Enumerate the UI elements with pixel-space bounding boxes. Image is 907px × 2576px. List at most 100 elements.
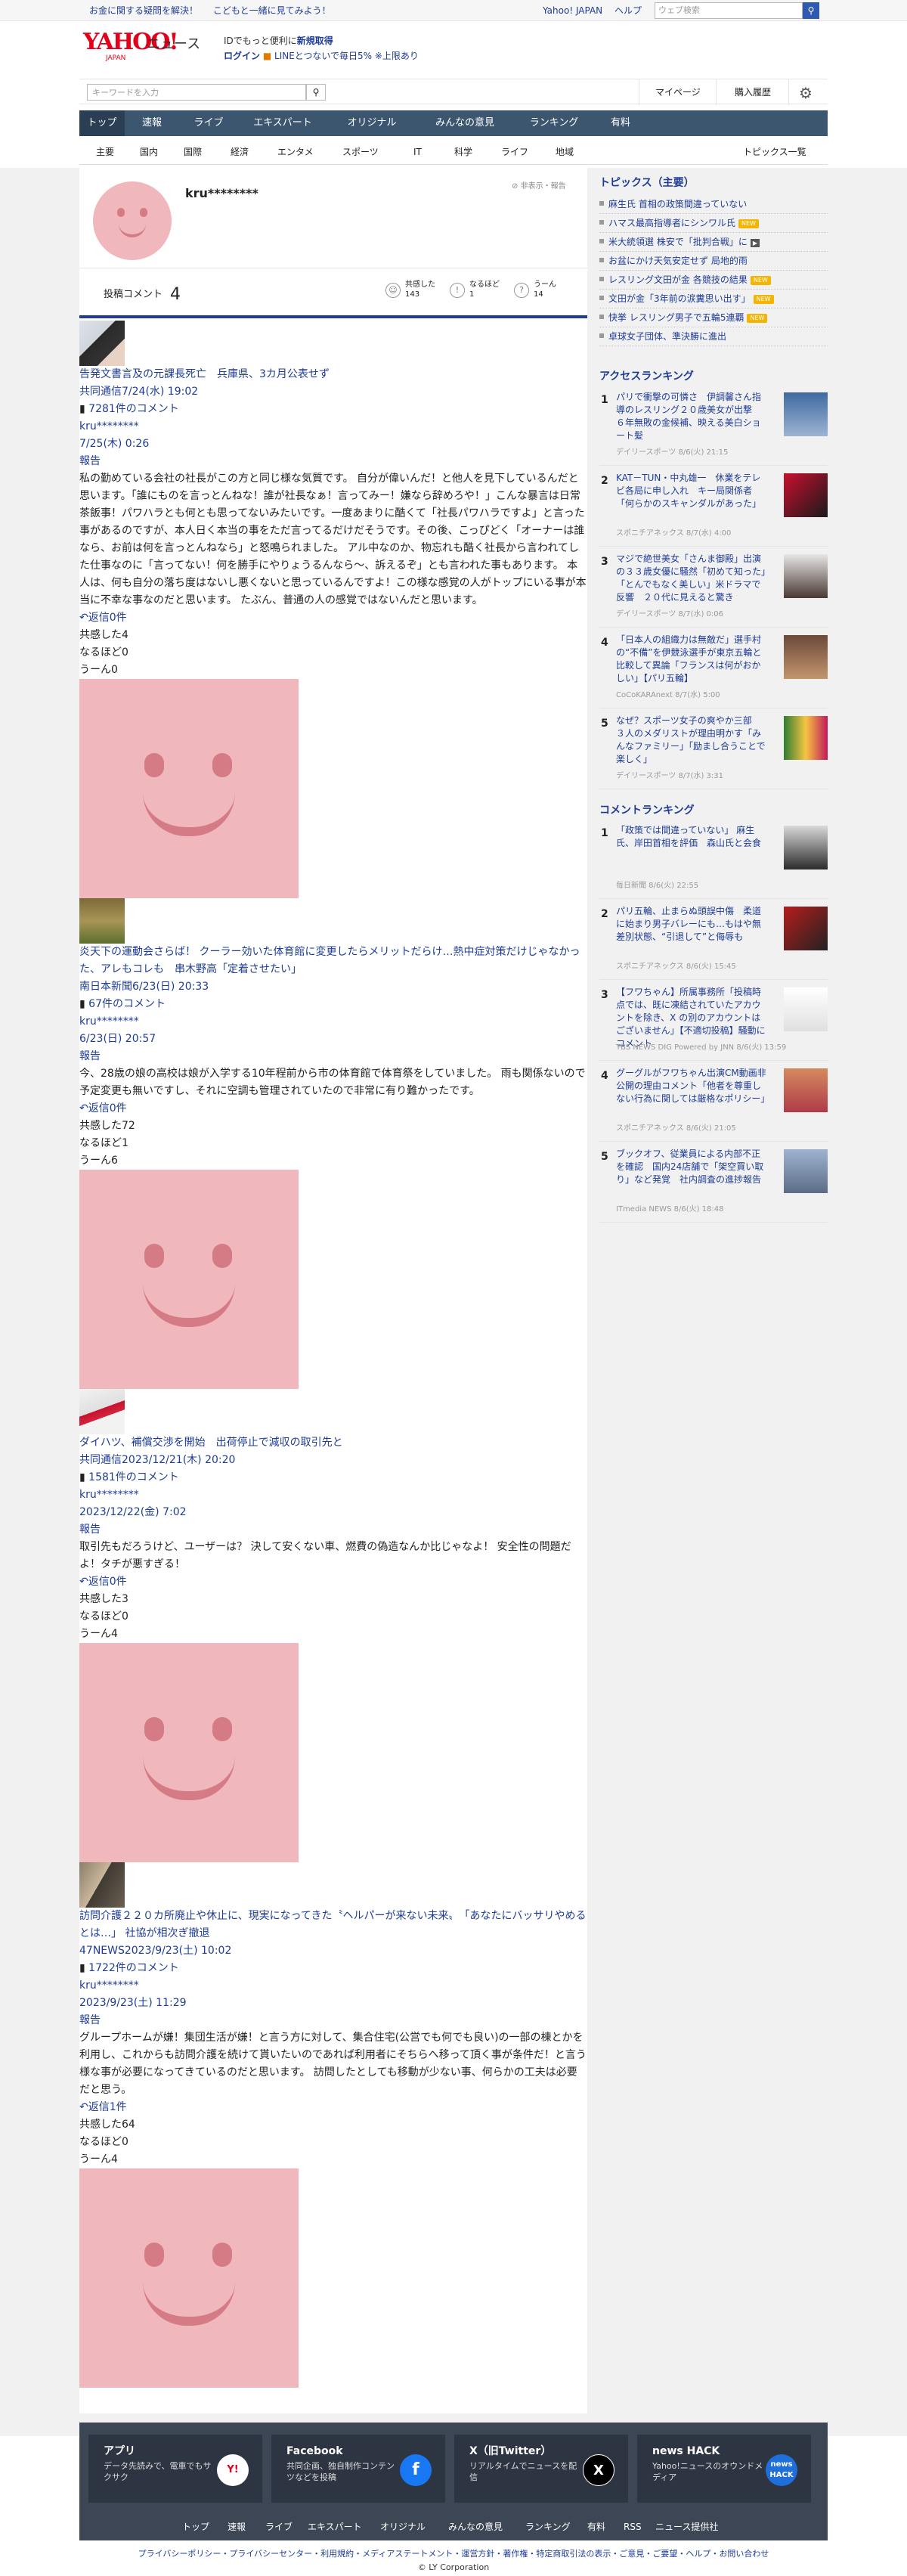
subnav-world[interactable]: 国際 (184, 146, 202, 159)
ranking-item[interactable]: 2 KAT－TUN・中丸雄一 休業をテレビ各局に申し入れ キー局関係者「何らかのス… (599, 470, 828, 547)
hide-report-link[interactable]: ⊘ 非表示・報告 (512, 181, 566, 193)
promo-link-kids[interactable]: こどもと一緒に見てみよう！ (213, 5, 331, 16)
reaction-naruhodo[interactable]: なるほど0 (79, 1608, 587, 1626)
news-search-input[interactable]: キーワードを入力 (87, 84, 306, 101)
footer-card-facebook[interactable]: Facebook 共同企画、独自制作コンテンツなどを投稿 f (271, 2435, 445, 2503)
footer-nav-item[interactable]: エキスパート (308, 2513, 362, 2540)
ranking-item[interactable]: 5 なぜ？スポーツ女子の爽やか三部 ３人のメダリストが理由明かす「みんなファミリー… (599, 713, 828, 789)
yahoo-japan-link[interactable]: Yahoo! JAPAN (543, 5, 602, 16)
footer-nav-item[interactable]: 速報 (228, 2513, 246, 2540)
search-button[interactable]: ⚲ (306, 84, 326, 101)
topic-item[interactable]: お盆にかけ天気安定せず 局地的雨 (599, 252, 828, 271)
article-title[interactable]: ダイハツ、補償交渉を開始 出荷停止で減収の取引先と (79, 1434, 587, 1452)
report-link[interactable]: 報告 (79, 2012, 587, 2029)
service-name[interactable]: ニュース (147, 35, 200, 54)
reaction-naruhodo[interactable]: なるほど1 (79, 1135, 587, 1152)
comment-count-link[interactable]: 1581件のコメント (88, 1471, 179, 1483)
reaction-hmm[interactable]: うーん6 (79, 1152, 587, 1170)
subnav-sports[interactable]: スポーツ (342, 146, 379, 159)
footer-nav-item[interactable]: RSS (624, 2513, 642, 2540)
search-icon[interactable]: ⚲ (803, 2, 819, 19)
comment-count-link[interactable]: 1722件のコメント (88, 1962, 179, 1974)
register-link[interactable]: 新規取得 (297, 36, 333, 46)
article-title[interactable]: 炎天下の運動会さらば！ クーラー効いた体育館に変更したらメリットだらけ…熱中症対… (79, 944, 587, 978)
footer-nav-item[interactable]: トップ (182, 2513, 209, 2540)
topics-list-link[interactable]: トピックス一覧 (743, 146, 806, 159)
reaction-naruhodo[interactable]: なるほど0 (79, 2134, 587, 2151)
report-link[interactable]: 報告 (79, 1521, 587, 1539)
comment-user[interactable]: kru******** (79, 418, 587, 436)
legal-links[interactable]: プライバシーポリシー・プライバシーセンター・利用規約・メディアステートメント・運… (0, 2548, 907, 2560)
reaction-empathy[interactable]: 共感した3 (79, 1591, 587, 1608)
reaction-hmm[interactable]: うーん4 (79, 1626, 587, 1643)
comment-user[interactable]: kru******** (79, 1977, 587, 1995)
article-thumbnail[interactable] (79, 1862, 125, 1908)
nav-breaking[interactable]: 速報 (125, 110, 179, 136)
footer-card-news-hack[interactable]: news HACK Yahoo!ニュースのオウンドメディア news HACK (637, 2435, 811, 2503)
yahoo-logo[interactable]: YAHOO! JAPAN (83, 30, 179, 65)
topic-item[interactable]: 快挙 レスリング男子で五輪5連覇 NEW (599, 308, 828, 328)
purchase-history-link[interactable]: 購入履歴 (735, 86, 771, 99)
footer-nav-item[interactable]: ライブ (265, 2513, 293, 2540)
nav-original[interactable]: オリジナル (327, 110, 416, 136)
footer-card-x[interactable]: X（旧Twitter） リアルタイムでニュースを配信 X (454, 2435, 628, 2503)
subnav-science[interactable]: 科学 (454, 146, 472, 159)
ranking-item[interactable]: 3 マジで絶世美女「さんま御殿」出演の３３歳女優に騒然「初めて知った」「とんでもな… (599, 551, 828, 628)
nav-top[interactable]: トップ (79, 110, 125, 136)
report-link[interactable]: 報告 (79, 1048, 587, 1065)
topic-item[interactable]: 文田が金「3年前の涙糞思い出す」 NEW (599, 290, 828, 309)
topic-item[interactable]: ハマス最高指導者にシンワル氏 NEW (599, 214, 828, 234)
nav-paid[interactable]: 有料 (595, 110, 646, 136)
mypage-link[interactable]: マイページ (655, 86, 701, 99)
nav-ranking[interactable]: ランキング (513, 110, 595, 136)
web-search-input[interactable]: ウェブ検索 (655, 2, 803, 19)
subnav-economy[interactable]: 経済 (231, 146, 249, 159)
comment-user[interactable]: kru******** (79, 1486, 587, 1504)
reaction-hmm[interactable]: うーん0 (79, 662, 587, 679)
subnav-entertainment[interactable]: エンタメ (277, 146, 314, 159)
login-link[interactable]: ログイン (224, 51, 260, 61)
nav-live[interactable]: ライブ (179, 110, 238, 136)
subnav-main[interactable]: 主要 (96, 146, 114, 159)
report-link[interactable]: 報告 (79, 453, 587, 470)
reaction-hmm[interactable]: うーん4 (79, 2151, 587, 2168)
ranking-item[interactable]: 5 ブックオフ、従業員による内部不正を確認 国内24店舗で「架空買い取り」など発覚… (599, 1146, 828, 1223)
article-title[interactable]: 告発文書言及の元課長死亡 兵庫県、3カ月公表せず (79, 366, 587, 383)
nav-opinions[interactable]: みんなの意見 (416, 110, 513, 136)
reply-link[interactable]: ↶返信0件 (79, 1573, 587, 1591)
reaction-empathy[interactable]: 共感した72 (79, 1118, 587, 1135)
comment-count-link[interactable]: 7281件のコメント (88, 403, 179, 415)
footer-nav-item[interactable]: ニュース提供社 (655, 2513, 718, 2540)
reaction-empathy[interactable]: 共感した4 (79, 627, 587, 644)
promo-link-money[interactable]: お金に関する疑問を解決！ (89, 5, 198, 16)
ranking-item[interactable]: 4 グーグルがフワちゃん出演CM動画非公開の理由コメント「他者を尊重しない行為に関… (599, 1065, 828, 1142)
comment-count-link[interactable]: 67件のコメント (88, 998, 166, 1010)
topic-item[interactable]: 米大統領選 株安で「批判合戦」に ▶ (599, 233, 828, 253)
topic-item[interactable]: 卓球女子団体、準決勝に進出 (599, 327, 828, 347)
subnav-life[interactable]: ライフ (501, 146, 528, 159)
article-thumbnail[interactable] (79, 321, 125, 366)
comment-user[interactable]: kru******** (79, 1013, 587, 1031)
subnav-local[interactable]: 地域 (556, 146, 574, 159)
reply-link[interactable]: ↶返信0件 (79, 1100, 587, 1118)
footer-nav-item[interactable]: ランキング (525, 2513, 571, 2540)
article-title[interactable]: 訪問介護２２０カ所廃止や休止に、現実になってきた〝ヘルパーが来ない未来〟 「あな… (79, 1908, 587, 1942)
subnav-it[interactable]: IT (413, 146, 422, 159)
ranking-item[interactable]: 1 「政策では間違っていない」 麻生氏、岸田首相を評価 森山氏と会食 毎日新聞 8/… (599, 823, 828, 899)
reply-link[interactable]: ↶返信1件 (79, 2099, 587, 2116)
footer-nav-item[interactable]: オリジナル (380, 2513, 426, 2540)
ranking-item[interactable]: 4 「日本人の組織力は無敵だ」選手村の“不備”を伊競泳選手が東京五輪と比較して異論… (599, 632, 828, 708)
ranking-item[interactable]: 3 【フワちゃん】所属事務所「投稿時点では、既に凍結されていたアカウントを除き、X… (599, 984, 828, 1061)
reaction-naruhodo[interactable]: なるほど0 (79, 644, 587, 662)
reaction-empathy[interactable]: 共感した64 (79, 2116, 587, 2134)
footer-nav-item[interactable]: みんなの意見 (448, 2513, 503, 2540)
reply-link[interactable]: ↶返信0件 (79, 609, 587, 627)
topic-item[interactable]: 麻生氏 首相の政策間違っていない (599, 195, 828, 215)
ranking-item[interactable]: 2 パリ五輪、止まらぬ頭誤中傷 柔道に始まり男子バレーにも…もはや無差別状態、“引… (599, 904, 828, 980)
help-link[interactable]: ヘルプ (614, 5, 642, 16)
article-thumbnail[interactable] (79, 1389, 125, 1434)
ranking-item[interactable]: 1 パリで衝撃の可憐さ 伊調馨さん指導のレスリング２０歳美女が出撃 ６年無敗の金候… (599, 389, 828, 466)
footer-card-app[interactable]: アプリ データ先読みで、電車でもサクサク Y! (88, 2435, 262, 2503)
gear-icon[interactable]: ⚙ (799, 82, 813, 104)
subnav-domestic[interactable]: 国内 (140, 146, 158, 159)
